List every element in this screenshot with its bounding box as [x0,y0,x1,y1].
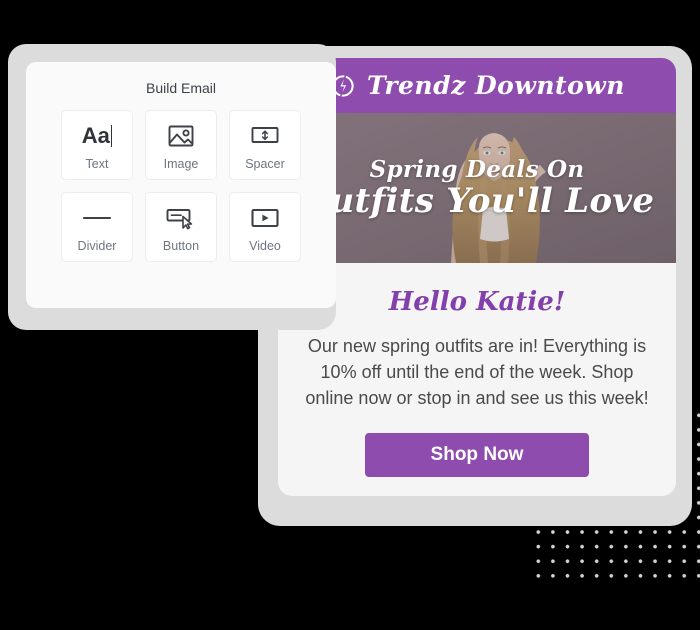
block-tile-label: Text [85,156,109,171]
video-play-icon [250,202,280,234]
block-tile-spacer[interactable]: Spacer [229,110,301,180]
email-hero-image: Spring Deals On Outfits You'll Love [278,113,676,263]
email-greeting: Hello Katie! [388,287,566,317]
build-email-panel: Build Email Aa Text Image Spacer Divider… [26,62,336,308]
email-header-bar: Trendz Downtown [278,58,676,113]
block-tile-label: Spacer [245,156,285,171]
spacer-icon [250,120,280,152]
divider-icon [81,202,113,234]
brand-name: Trendz Downtown [367,71,625,100]
hero-text-overlay: Spring Deals On Outfits You'll Love [278,113,676,263]
block-tile-text[interactable]: Aa Text [61,110,133,180]
hero-headline-line1: Spring Deals On [369,156,585,183]
build-panel-title: Build Email [145,80,217,96]
block-tile-label: Video [249,238,281,253]
image-icon [167,120,195,152]
block-tile-button[interactable]: Button [145,192,217,262]
block-tile-label: Divider [77,238,117,253]
build-block-grid: Aa Text Image Spacer Divider Button Vide… [26,110,336,262]
shop-now-button[interactable]: Shop Now [365,433,589,478]
hero-headline-line2: Outfits You'll Love [299,181,655,221]
email-preview-card: Trendz Downtown Spring Deals On Outfits … [278,58,676,496]
button-cursor-icon [165,202,197,234]
block-tile-video[interactable]: Video [229,192,301,262]
email-body: Hello Katie! Our new spring outfits are … [278,263,676,478]
block-tile-image[interactable]: Image [145,110,217,180]
text-aa-glyph: Aa [81,122,110,148]
text-aa-icon: Aa [82,120,113,152]
block-tile-label: Image [163,156,199,171]
text-caret-icon [110,124,113,147]
block-tile-divider[interactable]: Divider [61,192,133,262]
block-tile-label: Button [162,238,200,253]
email-body-text: Our new spring outfits are in! Everythin… [305,336,649,409]
